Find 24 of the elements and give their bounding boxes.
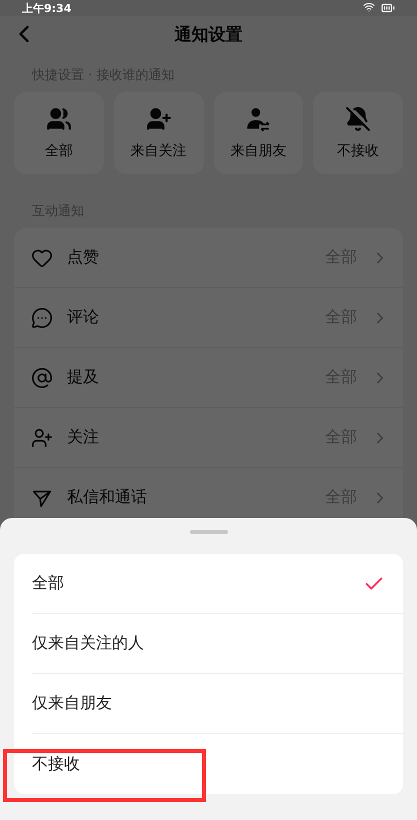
drag-handle[interactable] <box>190 530 228 534</box>
at-icon <box>31 366 53 388</box>
setting-label: 提及 <box>67 367 100 388</box>
quick-setting-tile[interactable]: 来自朋友 <box>214 92 304 174</box>
setting-label: 关注 <box>67 427 100 448</box>
bell-off-icon <box>345 106 372 132</box>
users-icon <box>46 106 72 132</box>
battery-icon <box>381 1 395 15</box>
sheet-option[interactable]: 仅来自关注的人 <box>32 614 403 674</box>
user-plus-icon <box>31 426 53 448</box>
comment-icon <box>31 306 53 328</box>
sheet-option[interactable]: 不接收 <box>32 734 403 794</box>
user-swap-icon <box>245 106 272 132</box>
quick-setting-tile[interactable]: 来自关注 <box>114 92 204 174</box>
setting-label: 点赞 <box>67 247 100 268</box>
setting-label: 评论 <box>67 307 100 328</box>
quick-setting-tile[interactable]: 全部 <box>14 92 104 174</box>
page-title: 通知设置 <box>174 24 242 46</box>
sheet-option[interactable]: 全部 <box>32 554 403 614</box>
status-time: 上午9:34 <box>22 2 72 14</box>
user-plus-icon <box>146 106 172 132</box>
quick-setting-tile[interactable]: 不接收 <box>313 92 403 174</box>
setting-label: 私信和通话 <box>67 487 148 508</box>
sheet-option[interactable]: 仅来自朋友 <box>32 674 403 734</box>
